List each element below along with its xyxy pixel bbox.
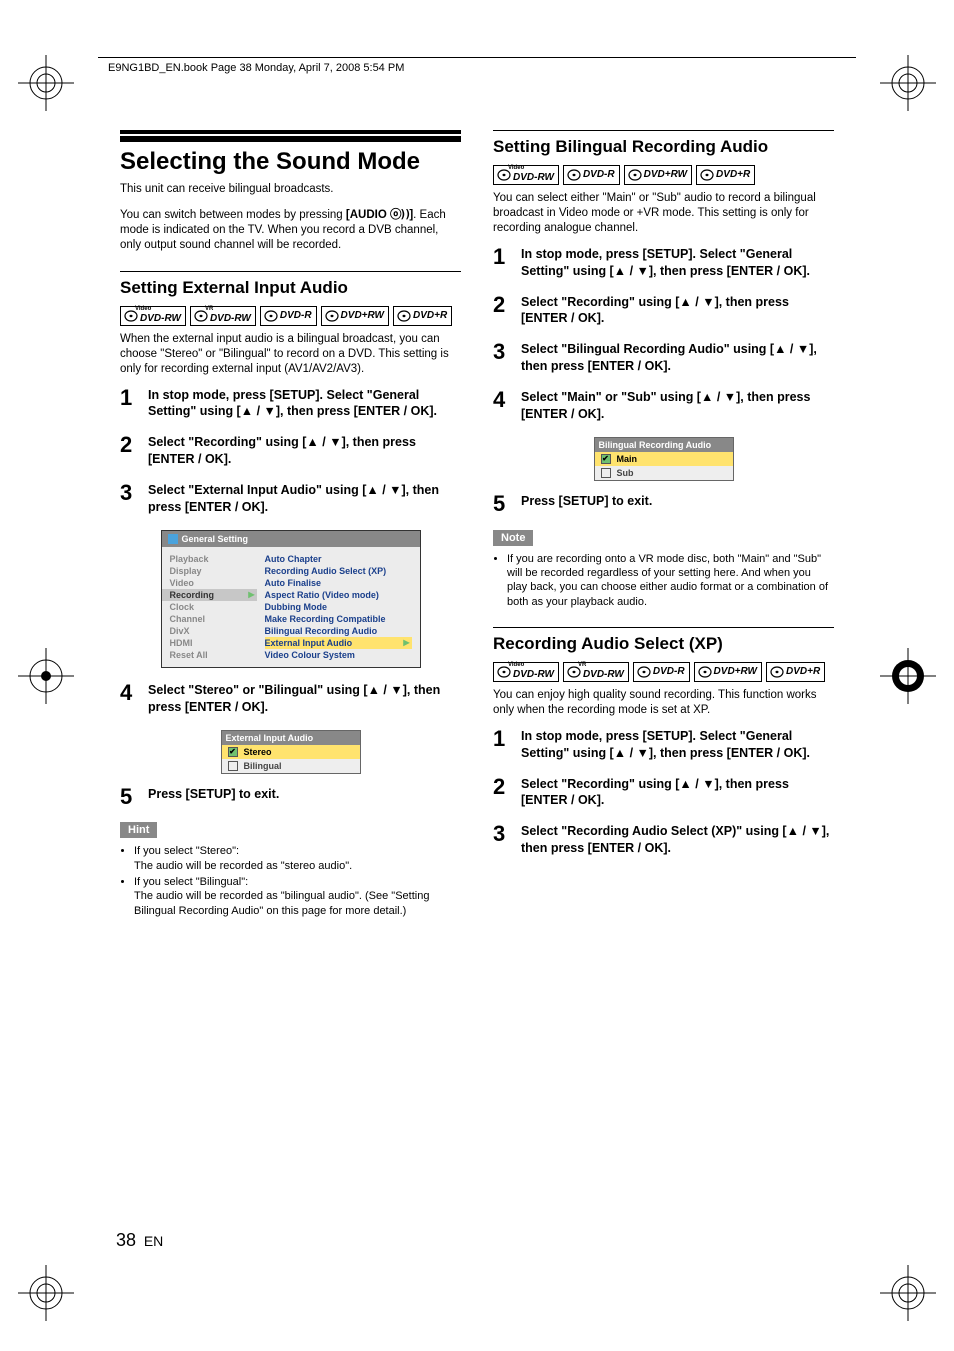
note-label: Note <box>493 530 533 546</box>
steps-external-input: In stop mode, press [SETUP]. Select "Gen… <box>120 387 461 516</box>
onscreen-menu-external-input-audio: External Input Audio ✔StereoBilingual <box>221 730 361 774</box>
checkbox-icon <box>228 761 238 771</box>
small-menu-row: Sub <box>595 466 733 480</box>
checkbox-icon: ✔ <box>228 747 238 757</box>
disc-badge-dvd-rw: VideoDVD-RW <box>120 306 186 326</box>
menu-left-item: HDMI <box>162 637 257 649</box>
note-item: If you are recording onto a VR mode disc… <box>507 552 834 609</box>
disc-badge-dvd-rw: VideoDVD-RW <box>493 165 559 185</box>
crop-mark-cl <box>18 648 74 704</box>
xp-body: You can enjoy high quality sound recordi… <box>493 688 834 718</box>
menu-right-item: Make Recording Compatible <box>265 613 412 625</box>
menu-left-item: Clock <box>162 601 257 613</box>
crop-mark-bl <box>18 1265 74 1321</box>
step-5: Press [SETUP] to exit. <box>120 786 461 803</box>
bilingual-body: You can select either "Main" or "Sub" au… <box>493 191 834 236</box>
menu-left-item: Channel <box>162 613 257 625</box>
small-menu-title: Bilingual Recording Audio <box>595 438 733 452</box>
subheading-external-input: Setting External Input Audio <box>120 271 461 298</box>
checkbox-icon <box>601 468 611 478</box>
step-b4: Select "Main" or "Sub" using [▲ / ▼], th… <box>493 389 834 423</box>
disc-badge-dvd-rw: VRDVD-RW <box>190 306 256 326</box>
step-x1: In stop mode, press [SETUP]. Select "Gen… <box>493 728 834 762</box>
steps-external-input-end: Press [SETUP] to exit. <box>120 786 461 803</box>
menu-right-item: Recording Audio Select (XP) <box>265 565 412 577</box>
disc-badge-dvd-r: DVD-R <box>633 662 690 682</box>
page-number: 38 EN <box>116 1230 163 1251</box>
step-2: Select "Recording" using [▲ / ▼], then p… <box>120 434 461 468</box>
step-x2: Select "Recording" using [▲ / ▼], then p… <box>493 776 834 810</box>
step-3: Select "External Input Audio" using [▲ /… <box>120 482 461 516</box>
onscreen-menu-bilingual-audio: Bilingual Recording Audio ✔MainSub <box>594 437 734 481</box>
small-menu-row: Bilingual <box>222 759 360 773</box>
hint-label: Hint <box>120 822 157 838</box>
disc-badges-row-2: VideoDVD-RWDVD-RDVD+RWDVD+R <box>493 165 834 185</box>
menu-right-item: Auto Chapter <box>265 553 412 565</box>
hint-item: If you select "Stereo":The audio will be… <box>134 844 461 873</box>
menu-right-item: Auto Finalise <box>265 577 412 589</box>
small-menu-row: ✔Main <box>595 452 733 466</box>
checkbox-icon: ✔ <box>601 454 611 464</box>
menu-left-item: Reset All <box>162 649 257 661</box>
step-b2: Select "Recording" using [▲ / ▼], then p… <box>493 294 834 328</box>
menu-icon <box>168 534 178 544</box>
menu-title: General Setting <box>162 531 420 547</box>
step-b1: In stop mode, press [SETUP]. Select "Gen… <box>493 246 834 280</box>
disc-badge-dvdplusr: DVD+R <box>393 306 452 326</box>
menu-right-item: Video Colour System <box>265 649 412 661</box>
menu-left-item: Video <box>162 577 257 589</box>
menu-right-item: Bilingual Recording Audio <box>265 625 412 637</box>
step-b5: Press [SETUP] to exit. <box>493 493 834 510</box>
crop-mark-cr <box>880 648 936 704</box>
hint-item: If you select "Bilingual":The audio will… <box>134 875 461 918</box>
steps-bilingual: In stop mode, press [SETUP]. Select "Gen… <box>493 246 834 423</box>
note-list: If you are recording onto a VR mode disc… <box>493 552 834 609</box>
subheading-bilingual: Setting Bilingual Recording Audio <box>493 130 834 157</box>
menu-left-item: Playback <box>162 553 257 565</box>
title-rule <box>120 130 461 134</box>
menu-right-item: Dubbing Mode <box>265 601 412 613</box>
disc-badge-dvd-r: DVD-R <box>260 306 317 326</box>
crop-mark-tl <box>18 55 74 111</box>
header-rule <box>98 57 856 58</box>
steps-bilingual-end: Press [SETUP] to exit. <box>493 493 834 510</box>
menu-right-item: Aspect Ratio (Video mode) <box>265 589 412 601</box>
audio-icon: ⓞ)) <box>390 207 409 221</box>
external-input-body: When the external input audio is a bilin… <box>120 332 461 377</box>
steps-external-input-cont: Select "Stereo" or "Bilingual" using [▲ … <box>120 682 461 716</box>
steps-xp: In stop mode, press [SETUP]. Select "Gen… <box>493 728 834 857</box>
disc-badge-dvd-r: DVD-R <box>563 165 620 185</box>
step-x3: Select "Recording Audio Select (XP)" usi… <box>493 823 834 857</box>
subheading-recording-audio-xp: Recording Audio Select (XP) <box>493 627 834 654</box>
step-4: Select "Stereo" or "Bilingual" using [▲ … <box>120 682 461 716</box>
disc-badge-dvdplusr: DVD+R <box>696 165 755 185</box>
disc-badges-row-1: VideoDVD-RWVRDVD-RWDVD-RDVD+RWDVD+R <box>120 306 461 326</box>
small-menu-title: External Input Audio <box>222 731 360 745</box>
intro-1: This unit can receive bilingual broadcas… <box>120 182 461 197</box>
small-menu-row: ✔Stereo <box>222 745 360 759</box>
disc-badge-dvdplusr: DVD+R <box>766 662 825 682</box>
crop-mark-br <box>880 1265 936 1321</box>
menu-left-item: Recording <box>162 589 257 601</box>
menu-right-item: External Input Audio <box>265 637 412 649</box>
page-title: Selecting the Sound Mode <box>120 136 461 176</box>
step-b3: Select "Bilingual Recording Audio" using… <box>493 341 834 375</box>
disc-badge-dvdplusrw: DVD+RW <box>321 306 389 326</box>
running-head: E9NG1BD_EN.book Page 38 Monday, April 7,… <box>108 62 404 74</box>
disc-badge-dvdplusrw: DVD+RW <box>694 662 762 682</box>
onscreen-menu-general-setting: General Setting PlaybackDisplayVideoReco… <box>161 530 421 668</box>
crop-mark-tr <box>880 55 936 111</box>
hint-list: If you select "Stereo":The audio will be… <box>120 844 461 917</box>
step-1: In stop mode, press [SETUP]. Select "Gen… <box>120 387 461 421</box>
disc-badge-dvd-rw: VideoDVD-RW <box>493 662 559 682</box>
intro-2: You can switch between modes by pressing… <box>120 207 461 253</box>
menu-left-item: Display <box>162 565 257 577</box>
menu-left-item: DivX <box>162 625 257 637</box>
disc-badges-row-3: VideoDVD-RWVRDVD-RWDVD-RDVD+RWDVD+R <box>493 662 834 682</box>
disc-badge-dvd-rw: VRDVD-RW <box>563 662 629 682</box>
disc-badge-dvdplusrw: DVD+RW <box>624 165 692 185</box>
